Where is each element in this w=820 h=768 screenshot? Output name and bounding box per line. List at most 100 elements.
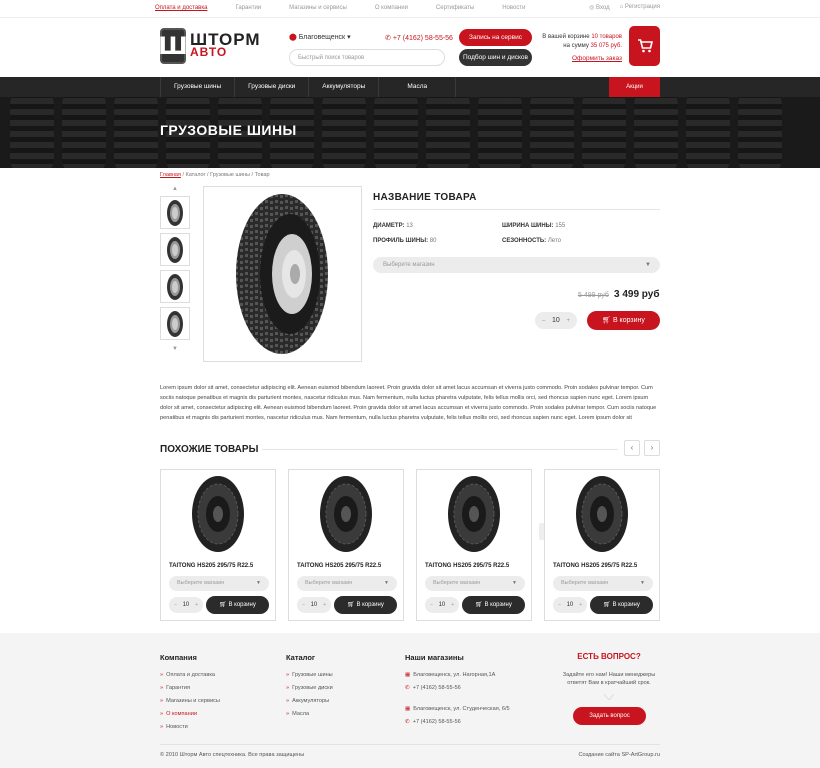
chevron-down-icon: ▼ (512, 580, 517, 586)
menu-item-truck-wheels[interactable]: Грузовые диски (235, 77, 310, 97)
product-card-name[interactable]: TAITONG HS205 295/75 R22.5 (425, 563, 509, 569)
quantity-value[interactable]: 10 (439, 602, 446, 608)
product-card-name[interactable]: TAITONG HS205 295/75 R22.5 (553, 563, 637, 569)
lock-icon: ⌂ (619, 4, 624, 10)
city-selector[interactable]: ⬤ Благовещенск ▾ (289, 33, 351, 41)
plus-button[interactable]: + (579, 602, 582, 608)
quantity-value[interactable]: 10 (311, 602, 318, 608)
service-booking-button[interactable]: Запись на сервис (459, 29, 532, 46)
footer-link[interactable]: » О компании (160, 711, 220, 717)
store-select[interactable]: Выберите магазин ▼ (297, 576, 397, 591)
quantity-stepper[interactable]: –10 + (169, 597, 203, 613)
plus-button[interactable]: + (323, 602, 326, 608)
menu-item-oils[interactable]: Масла (379, 77, 457, 97)
thumbnail[interactable] (160, 233, 190, 266)
plus-button[interactable]: + (195, 602, 198, 608)
quantity-stepper[interactable]: –10 + (297, 597, 331, 613)
footer-link[interactable]: » Магазины и сервисы (160, 698, 220, 704)
spec-season: СЕЗОННОСТЬ: Лето (502, 238, 561, 244)
carousel-next-button[interactable]: › (644, 440, 660, 456)
add-to-cart-button[interactable]: 🛒︎ В корзину (462, 596, 525, 614)
product-card[interactable]: TAITONG HS205 295/75 R22.5 Выберите мага… (544, 469, 660, 621)
logo[interactable]: Ш ШТОРМ АВТО (158, 26, 268, 66)
product-card-image[interactable] (441, 472, 507, 556)
thumbnail[interactable] (160, 270, 190, 303)
similar-title: ПОХОЖИЕ ТОВАРЫ (160, 444, 259, 455)
quantity-stepper[interactable]: –10 + (553, 597, 587, 613)
checkout-link[interactable]: Оформить заказ (538, 54, 622, 63)
minus-button[interactable]: – (542, 318, 545, 324)
quantity-value[interactable]: 10 (183, 602, 190, 608)
add-to-cart-label: В корзину (484, 602, 512, 608)
quantity-stepper[interactable]: – 10 + (535, 312, 577, 329)
thumbnail[interactable] (160, 307, 190, 340)
footer-link[interactable]: » Грузовые шины (286, 672, 333, 678)
login-link[interactable]: ◎ Вход (589, 4, 610, 11)
breadcrumb-catalog[interactable]: Каталог (186, 172, 206, 178)
product-card-name[interactable]: TAITONG HS205 295/75 R22.5 (297, 563, 381, 569)
top-nav-delivery[interactable]: Оплата и доставка (155, 5, 207, 11)
divider (160, 744, 660, 745)
product-card-image[interactable] (313, 472, 379, 556)
menu-item-batteries[interactable]: Аккумуляторы (309, 77, 380, 97)
store-select[interactable]: Выберите магазин ▼ (373, 257, 660, 273)
header-phone[interactable]: ✆ +7 (4162) 58-55-56 (385, 34, 453, 42)
quantity-value[interactable]: 10 (552, 317, 560, 324)
thumb-down-arrow-icon[interactable]: ▼ (160, 346, 190, 352)
top-nav-about[interactable]: О компании (375, 5, 408, 11)
chevron-down-icon: ▼ (256, 580, 261, 586)
product-card[interactable]: TAITONG HS205 295/75 R22.5 Выберите мага… (288, 469, 404, 621)
product-card[interactable]: TAITONG HS205 295/75 R22.5 Выберите мага… (416, 469, 532, 621)
add-to-cart-button[interactable]: 🛒︎ В корзину (206, 596, 269, 614)
add-to-cart-button[interactable]: 🛒︎ В корзину (590, 596, 653, 614)
footer-link[interactable]: » Оплата и доставка (160, 672, 220, 678)
thumbnail[interactable] (160, 196, 190, 229)
store-select[interactable]: Выберите магазин ▼ (425, 576, 525, 591)
menu-item-truck-tires[interactable]: Грузовые шины (160, 77, 236, 97)
menu-item-sale[interactable]: Акции (609, 77, 660, 97)
quantity-stepper[interactable]: –10 + (425, 597, 459, 613)
cart-items-count: 10 товаров (591, 34, 622, 40)
product-card-name[interactable]: TAITONG HS205 295/75 R22.5 (169, 563, 253, 569)
minus-button[interactable]: – (302, 602, 305, 608)
developer-credit[interactable]: Создание сайта SP-ArtGroup.ru (578, 752, 660, 758)
page-title: ГРУЗОВЫЕ ШИНЫ (160, 122, 297, 138)
carousel-prev-button[interactable]: ‹ (624, 440, 640, 456)
building-icon: ▦ (405, 706, 411, 712)
footer-link[interactable]: » Гарантия (160, 685, 220, 691)
breadcrumb-home[interactable]: Главная (160, 172, 181, 178)
product-card[interactable]: TAITONG HS205 295/75 R22.5 Выберите мага… (160, 469, 276, 621)
store-select[interactable]: Выберите магазин ▼ (553, 576, 653, 591)
store-phone[interactable]: ✆ +7 (4162) 58-55-56 (405, 719, 510, 725)
cart-button[interactable] (629, 26, 660, 66)
top-nav-warranty[interactable]: Гарантии (235, 5, 261, 11)
store-select[interactable]: Выберите магазин ▼ (169, 576, 269, 591)
product-card-image[interactable] (569, 472, 635, 556)
top-nav-news[interactable]: Новости (502, 5, 525, 11)
product-image[interactable]: ⚲ (203, 186, 556, 540)
search-input[interactable]: Быстрый поиск товаров (289, 49, 445, 66)
breadcrumb-category[interactable]: Грузовые шины (210, 172, 250, 178)
tire-picker-button[interactable]: Подбор шин и дисков (459, 49, 532, 66)
quantity-value[interactable]: 10 (567, 602, 574, 608)
store-phone[interactable]: ✆ +7 (4162) 58-55-56 (405, 685, 510, 691)
footer-link-label: Гарантия (166, 685, 190, 691)
footer-link-label: Грузовые шины (292, 672, 333, 678)
minus-button[interactable]: – (174, 602, 177, 608)
plus-button[interactable]: + (451, 602, 454, 608)
top-nav-certificates[interactable]: Сертификаты (436, 5, 474, 11)
ask-question-button[interactable]: Задать вопрос (573, 707, 646, 725)
minus-button[interactable]: – (430, 602, 433, 608)
plus-button[interactable]: + (566, 318, 570, 324)
thumb-up-arrow-icon[interactable]: ▲ (160, 186, 190, 192)
footer-link[interactable]: » Грузовые диски (286, 685, 333, 691)
add-to-cart-button[interactable]: 🛒︎ В корзину (587, 311, 660, 330)
footer-link[interactable]: » Новости (160, 724, 220, 730)
add-to-cart-button[interactable]: 🛒︎ В корзину (334, 596, 397, 614)
footer-link[interactable]: » Аккумуляторы (286, 698, 333, 704)
top-nav-stores[interactable]: Магазины и сервисы (289, 5, 347, 11)
footer-link[interactable]: » Масла (286, 711, 333, 717)
register-link[interactable]: ⌂ Регистрация (620, 4, 660, 11)
product-card-image[interactable] (185, 472, 251, 556)
minus-button[interactable]: – (558, 602, 561, 608)
